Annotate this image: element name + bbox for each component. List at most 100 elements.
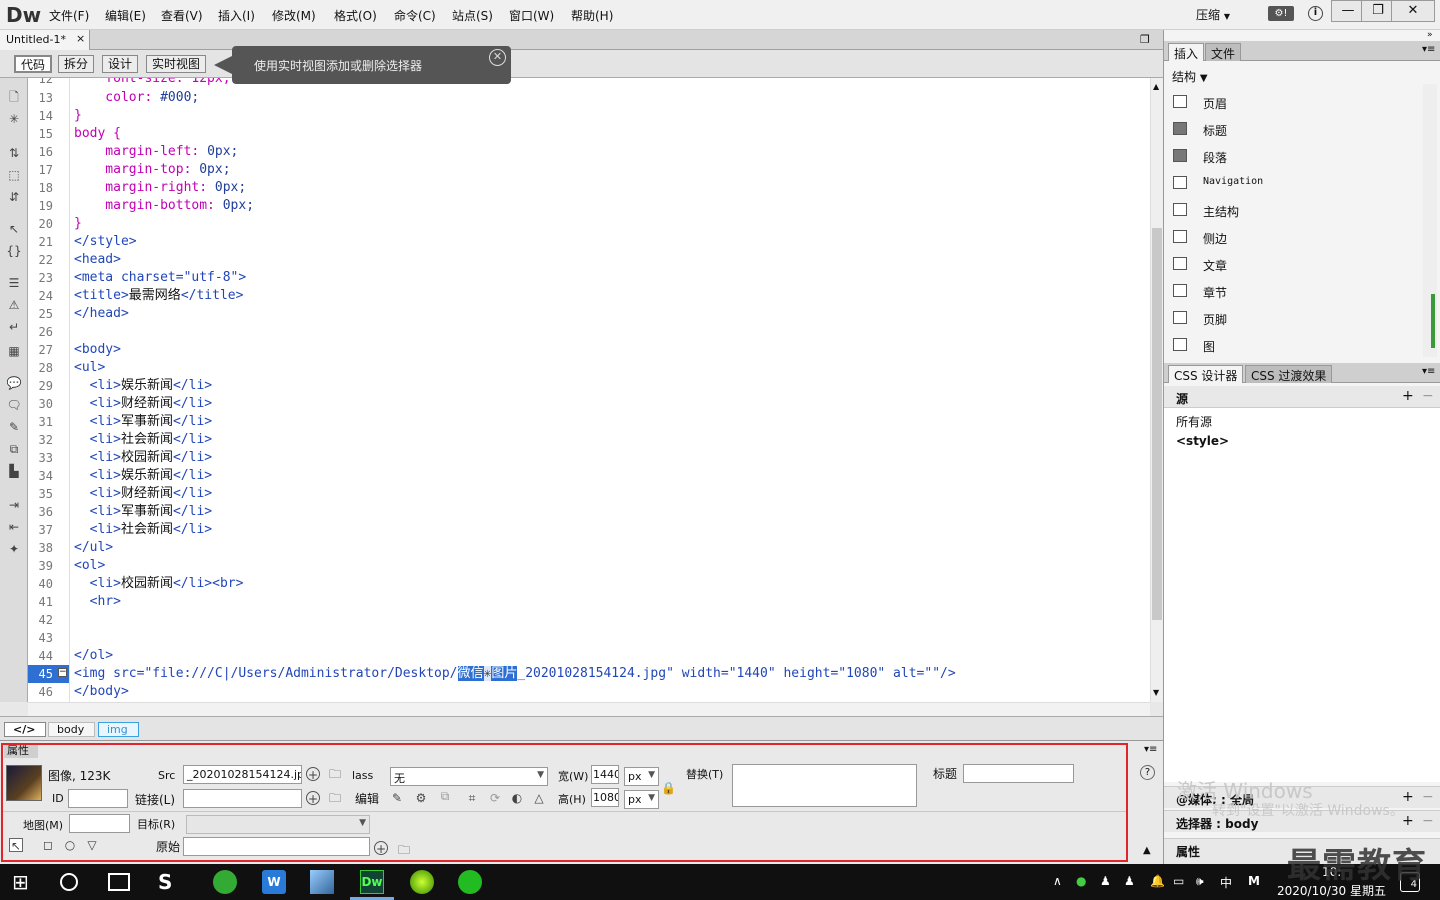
tray-expand-icon[interactable]: ∧ bbox=[1053, 874, 1062, 888]
expand-all-icon[interactable]: ⇵ bbox=[6, 190, 22, 204]
close-window-button[interactable]: ✕ bbox=[1391, 0, 1435, 22]
move-css-icon[interactable]: ▙ bbox=[6, 464, 22, 478]
restore-button[interactable]: ❐ bbox=[1361, 0, 1395, 22]
document-tab[interactable]: Untitled-1* × bbox=[0, 30, 90, 50]
tab-insert[interactable]: 插入 bbox=[1168, 43, 1205, 61]
live-code-icon[interactable]: ✳ bbox=[6, 112, 22, 126]
insert-item-navigation[interactable]: Navigation bbox=[1164, 170, 1424, 197]
qq-tray-icon-2[interactable]: ♟ bbox=[1124, 874, 1135, 888]
panel-menu-icon[interactable]: ▾≡ bbox=[1144, 744, 1157, 755]
code-navigation-icon[interactable]: </> bbox=[4, 722, 47, 737]
remove-source-icon[interactable]: − bbox=[1422, 388, 1434, 404]
wrap-tag-icon[interactable]: ✎ bbox=[6, 420, 22, 434]
restore-document-icon[interactable]: ❐ bbox=[1140, 33, 1150, 46]
collapse-toggle-icon[interactable]: − bbox=[58, 668, 67, 677]
scroll-thumb[interactable] bbox=[1431, 294, 1435, 348]
line-numbers-icon[interactable]: ☰ bbox=[6, 276, 22, 290]
menu-commands[interactable]: 命令(C) bbox=[394, 7, 436, 24]
close-tab-icon[interactable]: × bbox=[76, 32, 85, 45]
wps-icon[interactable]: W bbox=[262, 870, 286, 894]
apply-comment-icon[interactable]: 💬 bbox=[6, 376, 22, 390]
insert-item-heading[interactable]: 标题 bbox=[1164, 116, 1424, 143]
menu-insert[interactable]: 插入(I) bbox=[218, 7, 255, 24]
insert-item-header[interactable]: 页眉 bbox=[1164, 89, 1424, 116]
code-horizontal-scrollbar[interactable] bbox=[28, 702, 1150, 716]
windows-start-icon[interactable]: ⊞ bbox=[12, 870, 36, 894]
menu-site[interactable]: 站点(S) bbox=[452, 7, 493, 24]
notification-icon[interactable]: 🔔 bbox=[1150, 874, 1165, 888]
tooltip-close-icon[interactable]: ✕ bbox=[489, 49, 506, 66]
source-item[interactable]: <style> bbox=[1176, 434, 1229, 448]
dreamweaver-taskbar-icon[interactable]: Dw bbox=[360, 870, 384, 894]
ime-indicator[interactable]: 中 bbox=[1220, 874, 1232, 891]
word-wrap-icon[interactable]: ↵ bbox=[6, 320, 22, 334]
split-view-button[interactable]: 拆分 bbox=[58, 55, 95, 73]
app-icon[interactable]: S bbox=[158, 870, 182, 894]
menu-help[interactable]: 帮助(H) bbox=[571, 7, 613, 24]
panel-menu-icon[interactable]: ▾≡ bbox=[1422, 366, 1435, 377]
tag-body[interactable]: body bbox=[48, 722, 96, 737]
menu-modify[interactable]: 修改(M) bbox=[272, 7, 316, 24]
menu-window[interactable]: 窗口(W) bbox=[509, 7, 554, 24]
remove-selector-icon[interactable]: − bbox=[1422, 813, 1434, 829]
insert-item-section[interactable]: 章节 bbox=[1164, 278, 1424, 305]
insert-item-figure[interactable]: 图 bbox=[1164, 332, 1424, 359]
wechat-tray-icon[interactable]: ● bbox=[1076, 874, 1086, 888]
insert-item-main[interactable]: 主结构 bbox=[1164, 197, 1424, 224]
collapse-panels-icon[interactable]: » bbox=[1427, 30, 1433, 40]
tag-img[interactable]: img bbox=[98, 722, 139, 737]
task-view-icon[interactable] bbox=[108, 873, 130, 891]
volume-icon[interactable]: 🕪 bbox=[1196, 874, 1204, 889]
remove-media-icon[interactable]: − bbox=[1422, 789, 1434, 805]
design-view-button[interactable]: 设计 bbox=[102, 55, 139, 73]
workspace-switcher[interactable]: 压缩 ▼ bbox=[1196, 6, 1230, 23]
format-source-icon[interactable]: ✦ bbox=[6, 542, 22, 556]
tab-files[interactable]: 文件 bbox=[1205, 43, 1242, 61]
notepad-icon[interactable] bbox=[310, 870, 334, 894]
sync-settings-icon[interactable]: ⚙! bbox=[1268, 6, 1294, 21]
network-icon[interactable]: ▭ bbox=[1173, 874, 1184, 888]
wechat-icon[interactable] bbox=[458, 870, 482, 894]
collapse-panel-icon[interactable]: ▲ bbox=[1143, 845, 1151, 856]
select-parent-tag-icon[interactable]: ↖ bbox=[6, 222, 22, 236]
scroll-up-icon[interactable]: ▲ bbox=[1153, 82, 1159, 91]
minimize-button[interactable]: — bbox=[1331, 0, 1365, 22]
insert-panel-scrollbar[interactable] bbox=[1423, 84, 1437, 357]
collapse-selection-icon[interactable]: ⬚ bbox=[6, 168, 22, 182]
insert-category-select[interactable]: 结构 ▼ bbox=[1172, 68, 1208, 85]
panel-menu-icon[interactable]: ▾≡ bbox=[1422, 44, 1435, 55]
source-item[interactable]: 所有源 bbox=[1176, 413, 1212, 430]
insert-item-article[interactable]: 文章 bbox=[1164, 251, 1424, 278]
insert-item-paragraph[interactable]: 段落 bbox=[1164, 143, 1424, 170]
menu-file[interactable]: 文件(F) bbox=[49, 7, 89, 24]
menu-view[interactable]: 查看(V) bbox=[161, 7, 203, 24]
info-icon[interactable]: i bbox=[1308, 6, 1323, 21]
search-icon[interactable] bbox=[60, 873, 78, 891]
syntax-coloring-icon[interactable]: ▦ bbox=[6, 344, 22, 358]
indent-code-icon[interactable]: ⇥ bbox=[6, 498, 22, 512]
ime-mode-icon[interactable]: M bbox=[1248, 874, 1260, 888]
balance-braces-icon[interactable]: {} bbox=[6, 244, 22, 258]
code-view-button[interactable]: 代码 bbox=[14, 55, 53, 73]
code-editor[interactable]: 12 13 14 15 16 17 18 19 20 21 22 23 24 2… bbox=[28, 78, 1150, 702]
menu-format[interactable]: 格式(O) bbox=[334, 7, 377, 24]
tab-css-transitions[interactable]: CSS 过渡效果 bbox=[1245, 365, 1333, 383]
open-documents-icon[interactable]: 🗋 bbox=[6, 90, 22, 104]
tab-css-designer[interactable]: CSS 设计器 bbox=[1168, 365, 1244, 383]
add-source-icon[interactable]: + bbox=[1402, 388, 1414, 404]
browser-icon[interactable] bbox=[213, 870, 237, 894]
menu-edit[interactable]: 编辑(E) bbox=[105, 7, 146, 24]
qq-tray-icon[interactable]: ♟ bbox=[1100, 874, 1111, 888]
remove-comment-icon[interactable]: 🗨 bbox=[6, 398, 22, 412]
recent-snippets-icon[interactable]: ⧉ bbox=[6, 442, 22, 456]
media-app-icon[interactable] bbox=[410, 870, 434, 894]
scroll-thumb[interactable] bbox=[1152, 228, 1162, 620]
help-icon[interactable]: ? bbox=[1140, 765, 1155, 780]
code-vertical-scrollbar[interactable]: ▲ ▼ bbox=[1150, 78, 1163, 702]
scroll-down-icon[interactable]: ▼ bbox=[1153, 688, 1159, 697]
insert-item-footer[interactable]: 页脚 bbox=[1164, 305, 1424, 332]
insert-item-aside[interactable]: 侧边 bbox=[1164, 224, 1424, 251]
live-view-button[interactable]: 实时视图 bbox=[146, 55, 207, 73]
outdent-code-icon[interactable]: ⇤ bbox=[6, 520, 22, 534]
highlight-invalid-icon[interactable]: ⚠ bbox=[6, 298, 22, 312]
